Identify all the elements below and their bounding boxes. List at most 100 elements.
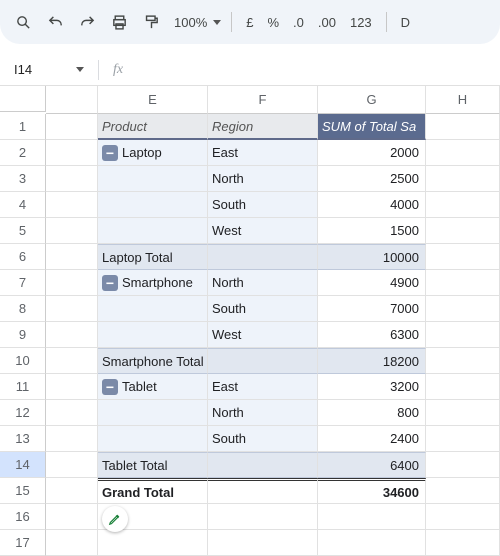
increase-decimal-button[interactable]: .00 [314,15,340,30]
print-icon[interactable] [106,9,132,35]
row-header[interactable]: 2 [0,140,46,166]
pivot-subtotal-label[interactable]: Laptop Total [98,244,208,270]
cell[interactable] [46,426,98,452]
row-header[interactable]: 4 [0,192,46,218]
pivot-subtotal-label[interactable]: Smartphone Total [98,348,208,374]
pivot-region[interactable]: South [208,192,318,218]
pivot-value[interactable]: 4000 [318,192,426,218]
cell[interactable] [46,374,98,400]
pivot-region[interactable]: North [208,166,318,192]
pivot-grand[interactable] [208,478,318,504]
row-header[interactable]: 14 [0,452,46,478]
pivot-region[interactable]: West [208,218,318,244]
paint-format-icon[interactable] [138,9,164,35]
cell[interactable] [426,192,500,218]
row-header[interactable]: 1 [0,114,46,140]
pivot-group[interactable]: −Laptop [98,140,208,166]
cell[interactable] [46,296,98,322]
pivot-header-sum[interactable]: SUM of Total Sa [318,114,426,140]
collapse-icon[interactable]: − [102,275,118,291]
pivot-group[interactable] [98,400,208,426]
spreadsheet-grid[interactable]: E F G H 1 Product Region SUM of Total Sa… [0,86,500,556]
cell[interactable] [426,114,500,140]
cell[interactable] [46,114,98,140]
cell[interactable] [426,426,500,452]
pivot-group[interactable]: −Smartphone [98,270,208,296]
cell[interactable] [318,530,426,556]
pivot-value[interactable]: 2500 [318,166,426,192]
cell[interactable] [426,400,500,426]
pivot-region[interactable]: South [208,426,318,452]
cell[interactable] [426,504,500,530]
search-icon[interactable] [10,9,36,35]
pivot-value[interactable]: 2400 [318,426,426,452]
cell[interactable] [46,166,98,192]
cell[interactable] [426,374,500,400]
collapse-icon[interactable]: − [102,145,118,161]
pivot-group[interactable] [98,322,208,348]
cell[interactable] [46,452,98,478]
pivot-subtotal-label[interactable]: Tablet Total [98,452,208,478]
row-header[interactable]: 17 [0,530,46,556]
pivot-region[interactable]: East [208,374,318,400]
select-all-corner[interactable] [0,86,46,112]
undo-icon[interactable] [42,9,68,35]
cell[interactable] [46,504,98,530]
col-header[interactable]: F [208,86,318,114]
pivot-value[interactable]: 6300 [318,322,426,348]
percent-button[interactable]: % [263,15,283,30]
row-header[interactable]: 13 [0,426,46,452]
pivot-subtotal[interactable] [208,452,318,478]
row-header[interactable]: 15 [0,478,46,504]
col-header[interactable]: G [318,86,426,114]
col-header[interactable] [46,86,98,114]
cell[interactable] [46,192,98,218]
cell[interactable] [46,530,98,556]
pivot-value[interactable]: 3200 [318,374,426,400]
pivot-subtotal-value[interactable]: 6400 [318,452,426,478]
cell[interactable] [46,400,98,426]
cell[interactable] [46,140,98,166]
decrease-decimal-button[interactable]: .0 [289,15,308,30]
pivot-header-product[interactable]: Product [98,114,208,140]
pivot-group[interactable] [98,166,208,192]
pivot-subtotal[interactable] [208,244,318,270]
currency-button[interactable]: £ [242,15,257,30]
col-header[interactable]: E [98,86,208,114]
pivot-region[interactable]: East [208,140,318,166]
cell[interactable] [426,270,500,296]
row-header[interactable]: 6 [0,244,46,270]
cell[interactable] [46,478,98,504]
cell[interactable] [426,244,500,270]
pivot-group[interactable] [98,426,208,452]
row-header[interactable]: 8 [0,296,46,322]
cell[interactable] [46,270,98,296]
pivot-subtotal[interactable] [208,348,318,374]
collapse-icon[interactable]: − [102,379,118,395]
name-box[interactable]: I14 [10,60,68,79]
pivot-value[interactable]: 7000 [318,296,426,322]
cell[interactable] [46,348,98,374]
row-header[interactable]: 11 [0,374,46,400]
cell[interactable] [426,166,500,192]
pivot-value[interactable]: 4900 [318,270,426,296]
row-header[interactable]: 3 [0,166,46,192]
cell[interactable] [426,140,500,166]
col-header[interactable]: H [426,86,500,114]
cell[interactable] [426,218,500,244]
chevron-down-icon[interactable] [76,67,84,72]
pivot-grand-label[interactable]: Grand Total [98,478,208,504]
pivot-group[interactable]: −Tablet [98,374,208,400]
pivot-group[interactable] [98,296,208,322]
row-header[interactable]: 16 [0,504,46,530]
cell[interactable] [46,218,98,244]
cell[interactable] [426,478,500,504]
pivot-value[interactable]: 2000 [318,140,426,166]
cell[interactable] [98,530,208,556]
cell[interactable] [426,296,500,322]
pivot-group[interactable] [98,192,208,218]
pivot-region[interactable]: North [208,400,318,426]
cell[interactable] [208,504,318,530]
pivot-region[interactable]: North [208,270,318,296]
cell[interactable] [426,348,500,374]
